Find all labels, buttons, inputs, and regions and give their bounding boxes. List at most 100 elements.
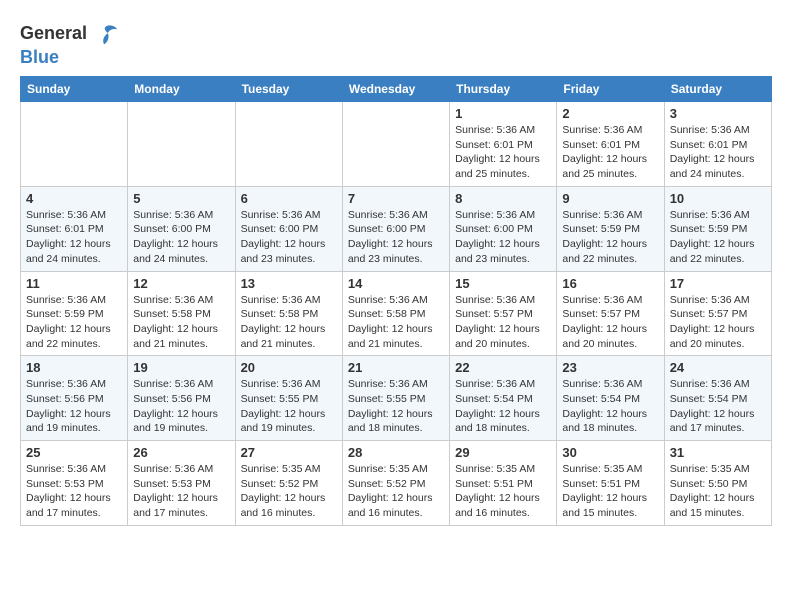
day-number: 1: [455, 106, 551, 121]
calendar-cell: 13 Sunrise: 5:36 AMSunset: 5:58 PMDayligh…: [235, 271, 342, 356]
day-info: Sunrise: 5:36 AMSunset: 5:57 PMDaylight:…: [455, 293, 551, 352]
day-info: Sunrise: 5:36 AMSunset: 5:58 PMDaylight:…: [133, 293, 229, 352]
logo-text-blue: Blue: [20, 47, 59, 67]
calendar-week-row: 1 Sunrise: 5:36 AMSunset: 6:01 PMDaylight…: [21, 102, 772, 187]
day-number: 20: [241, 360, 337, 375]
calendar-cell: 12 Sunrise: 5:36 AMSunset: 5:58 PMDayligh…: [128, 271, 235, 356]
day-info: Sunrise: 5:36 AMSunset: 5:57 PMDaylight:…: [670, 293, 766, 352]
calendar-header-row: SundayMondayTuesdayWednesdayThursdayFrid…: [21, 77, 772, 102]
day-number: 25: [26, 445, 122, 460]
day-info: Sunrise: 5:36 AMSunset: 6:01 PMDaylight:…: [455, 123, 551, 182]
day-number: 17: [670, 276, 766, 291]
day-info: Sunrise: 5:36 AMSunset: 5:59 PMDaylight:…: [670, 208, 766, 267]
day-info: Sunrise: 5:36 AMSunset: 5:54 PMDaylight:…: [562, 377, 658, 436]
day-info: Sunrise: 5:35 AMSunset: 5:52 PMDaylight:…: [241, 462, 337, 521]
calendar-cell: 28 Sunrise: 5:35 AMSunset: 5:52 PMDayligh…: [342, 441, 449, 526]
day-info: Sunrise: 5:36 AMSunset: 6:01 PMDaylight:…: [670, 123, 766, 182]
calendar-cell: [21, 102, 128, 187]
calendar-cell: 2 Sunrise: 5:36 AMSunset: 6:01 PMDaylight…: [557, 102, 664, 187]
day-info: Sunrise: 5:35 AMSunset: 5:52 PMDaylight:…: [348, 462, 444, 521]
day-number: 27: [241, 445, 337, 460]
day-info: Sunrise: 5:35 AMSunset: 5:50 PMDaylight:…: [670, 462, 766, 521]
day-info: Sunrise: 5:35 AMSunset: 5:51 PMDaylight:…: [562, 462, 658, 521]
day-info: Sunrise: 5:36 AMSunset: 5:56 PMDaylight:…: [26, 377, 122, 436]
day-number: 3: [670, 106, 766, 121]
day-info: Sunrise: 5:36 AMSunset: 6:00 PMDaylight:…: [133, 208, 229, 267]
day-info: Sunrise: 5:36 AMSunset: 5:58 PMDaylight:…: [241, 293, 337, 352]
calendar-cell: [342, 102, 449, 187]
day-number: 18: [26, 360, 122, 375]
calendar-cell: 18 Sunrise: 5:36 AMSunset: 5:56 PMDayligh…: [21, 356, 128, 441]
logo-bird-icon: [91, 20, 119, 48]
day-info: Sunrise: 5:36 AMSunset: 5:59 PMDaylight:…: [562, 208, 658, 267]
day-info: Sunrise: 5:35 AMSunset: 5:51 PMDaylight:…: [455, 462, 551, 521]
calendar-cell: 17 Sunrise: 5:36 AMSunset: 5:57 PMDayligh…: [664, 271, 771, 356]
calendar-week-row: 25 Sunrise: 5:36 AMSunset: 5:53 PMDayligh…: [21, 441, 772, 526]
page-header: General Blue: [20, 16, 772, 68]
day-number: 8: [455, 191, 551, 206]
day-number: 13: [241, 276, 337, 291]
calendar-cell: 21Sunrise: 5:36 AMSunset: 5:55 PMDayligh…: [342, 356, 449, 441]
calendar-cell: 27 Sunrise: 5:35 AMSunset: 5:52 PMDayligh…: [235, 441, 342, 526]
day-number: 6: [241, 191, 337, 206]
calendar-week-row: 11 Sunrise: 5:36 AMSunset: 5:59 PMDayligh…: [21, 271, 772, 356]
calendar-cell: 9 Sunrise: 5:36 AMSunset: 5:59 PMDaylight…: [557, 186, 664, 271]
calendar-header-sunday: Sunday: [21, 77, 128, 102]
calendar-week-row: 4Sunrise: 5:36 AMSunset: 6:01 PMDaylight…: [21, 186, 772, 271]
day-info: Sunrise: 5:36 AMSunset: 6:01 PMDaylight:…: [562, 123, 658, 182]
calendar-cell: 8Sunrise: 5:36 AMSunset: 6:00 PMDaylight…: [450, 186, 557, 271]
day-number: 9: [562, 191, 658, 206]
day-info: Sunrise: 5:36 AMSunset: 5:59 PMDaylight:…: [26, 293, 122, 352]
calendar-cell: 7Sunrise: 5:36 AMSunset: 6:00 PMDaylight…: [342, 186, 449, 271]
day-number: 5: [133, 191, 229, 206]
calendar-header-thursday: Thursday: [450, 77, 557, 102]
logo: General Blue: [20, 20, 119, 68]
day-number: 11: [26, 276, 122, 291]
calendar-cell: 15 Sunrise: 5:36 AMSunset: 5:57 PMDayligh…: [450, 271, 557, 356]
calendar-cell: 19 Sunrise: 5:36 AMSunset: 5:56 PMDayligh…: [128, 356, 235, 441]
day-number: 29: [455, 445, 551, 460]
calendar-cell: 11 Sunrise: 5:36 AMSunset: 5:59 PMDayligh…: [21, 271, 128, 356]
calendar-cell: 3 Sunrise: 5:36 AMSunset: 6:01 PMDaylight…: [664, 102, 771, 187]
day-number: 26: [133, 445, 229, 460]
calendar-body: 1 Sunrise: 5:36 AMSunset: 6:01 PMDaylight…: [21, 102, 772, 526]
day-number: 16: [562, 276, 658, 291]
calendar-week-row: 18 Sunrise: 5:36 AMSunset: 5:56 PMDayligh…: [21, 356, 772, 441]
logo-text-general: General: [20, 24, 87, 44]
calendar-cell: 25Sunrise: 5:36 AMSunset: 5:53 PMDayligh…: [21, 441, 128, 526]
calendar-cell: 23 Sunrise: 5:36 AMSunset: 5:54 PMDayligh…: [557, 356, 664, 441]
calendar-cell: 24Sunrise: 5:36 AMSunset: 5:54 PMDayligh…: [664, 356, 771, 441]
calendar-cell: 26 Sunrise: 5:36 AMSunset: 5:53 PMDayligh…: [128, 441, 235, 526]
calendar-cell: 29 Sunrise: 5:35 AMSunset: 5:51 PMDayligh…: [450, 441, 557, 526]
day-number: 15: [455, 276, 551, 291]
day-info: Sunrise: 5:36 AMSunset: 5:56 PMDaylight:…: [133, 377, 229, 436]
calendar-cell: 16Sunrise: 5:36 AMSunset: 5:57 PMDayligh…: [557, 271, 664, 356]
calendar-cell: 31 Sunrise: 5:35 AMSunset: 5:50 PMDayligh…: [664, 441, 771, 526]
calendar-cell: 20 Sunrise: 5:36 AMSunset: 5:55 PMDayligh…: [235, 356, 342, 441]
calendar-header-saturday: Saturday: [664, 77, 771, 102]
calendar-header-friday: Friday: [557, 77, 664, 102]
day-number: 22: [455, 360, 551, 375]
day-number: 10: [670, 191, 766, 206]
day-number: 24: [670, 360, 766, 375]
day-number: 28: [348, 445, 444, 460]
day-number: 31: [670, 445, 766, 460]
day-number: 19: [133, 360, 229, 375]
calendar-cell: 14 Sunrise: 5:36 AMSunset: 5:58 PMDayligh…: [342, 271, 449, 356]
calendar-cell: 30Sunrise: 5:35 AMSunset: 5:51 PMDayligh…: [557, 441, 664, 526]
day-info: Sunrise: 5:36 AMSunset: 5:55 PMDaylight:…: [241, 377, 337, 436]
calendar-header-tuesday: Tuesday: [235, 77, 342, 102]
calendar-cell: [235, 102, 342, 187]
calendar-cell: 10 Sunrise: 5:36 AMSunset: 5:59 PMDayligh…: [664, 186, 771, 271]
calendar-cell: 1 Sunrise: 5:36 AMSunset: 6:01 PMDaylight…: [450, 102, 557, 187]
calendar-header-monday: Monday: [128, 77, 235, 102]
day-number: 14: [348, 276, 444, 291]
day-info: Sunrise: 5:36 AMSunset: 6:00 PMDaylight:…: [241, 208, 337, 267]
day-info: Sunrise: 5:36 AMSunset: 5:58 PMDaylight:…: [348, 293, 444, 352]
day-info: Sunrise: 5:36 AMSunset: 5:53 PMDaylight:…: [133, 462, 229, 521]
day-number: 2: [562, 106, 658, 121]
day-info: Sunrise: 5:36 AMSunset: 6:01 PMDaylight:…: [26, 208, 122, 267]
day-number: 12: [133, 276, 229, 291]
calendar-cell: [128, 102, 235, 187]
day-number: 23: [562, 360, 658, 375]
